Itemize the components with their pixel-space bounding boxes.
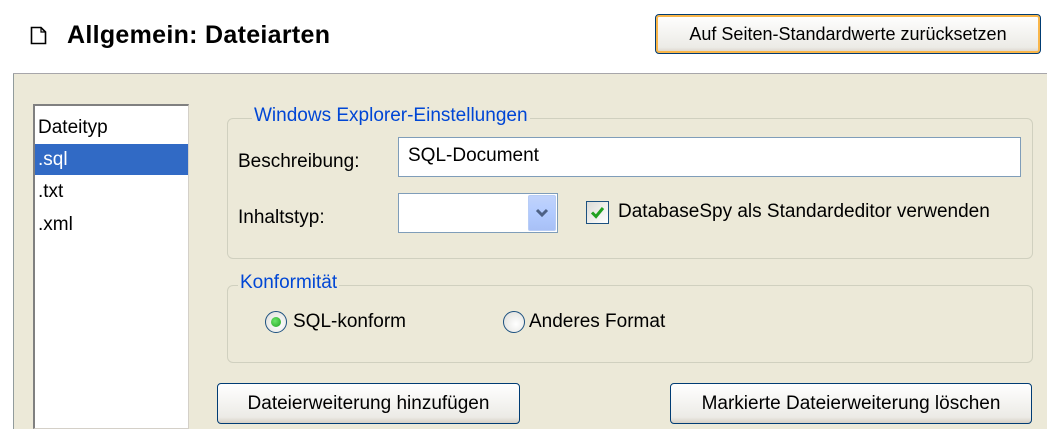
file-type-list[interactable]: Dateityp .sql .txt .xml (33, 104, 189, 429)
list-item-txt[interactable]: .txt (35, 176, 188, 207)
default-editor-label: DatabaseSpy als Standardeditor verwenden (618, 201, 990, 222)
radio-selected-dot (271, 317, 281, 327)
check-icon (590, 207, 605, 219)
reset-to-defaults-button[interactable]: Auf Seiten-Standardwerte zurücksetzen (655, 14, 1041, 54)
radio-other-format[interactable] (503, 311, 525, 333)
content-type-label: Inhaltstyp: (238, 207, 325, 228)
explorer-settings-legend: Windows Explorer-Einstellungen (252, 105, 530, 127)
page-title: Allgemein: Dateiarten (67, 21, 331, 49)
add-extension-button[interactable]: Dateierweiterung hinzufügen (217, 383, 520, 424)
options-header: Allgemein: Dateiarten Auf Seiten-Standar… (0, 0, 1047, 73)
conformance-legend: Konformität (238, 272, 340, 294)
radio-sql-conform[interactable] (265, 311, 287, 333)
page-icon (30, 26, 47, 45)
radio-sql-conform-label: SQL-konform (293, 311, 406, 332)
list-item-sql[interactable]: .sql (35, 144, 188, 175)
list-header: Dateityp (38, 117, 108, 138)
description-input[interactable]: SQL-Document (398, 137, 1021, 177)
description-label: Beschreibung: (238, 151, 360, 172)
default-editor-checkbox[interactable] (586, 201, 609, 224)
list-item-xml[interactable]: .xml (35, 209, 188, 240)
chevron-down-icon[interactable] (528, 195, 556, 231)
delete-extension-button[interactable]: Markierte Dateierweiterung löschen (670, 383, 1032, 424)
content-type-select[interactable] (398, 193, 558, 233)
radio-other-format-label: Anderes Format (529, 311, 666, 332)
